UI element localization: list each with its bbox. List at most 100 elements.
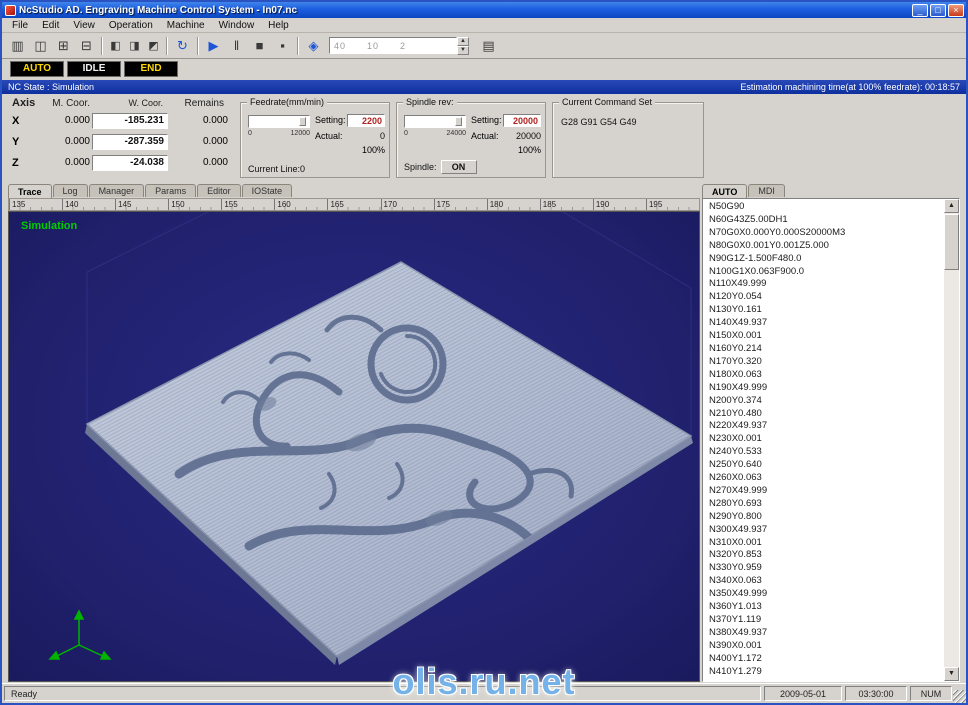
refresh-button[interactable]: ↻ (171, 35, 194, 56)
command-set-group: Current Command Set G28 G91 G54 G49 (552, 102, 704, 178)
menu-item[interactable]: Machine (160, 19, 212, 32)
program-line: N50G90 (709, 201, 944, 214)
feedrate-group: Feedrate(mm/min) 0 12000 Setting: 2200 A… (240, 102, 390, 178)
spindle-setting-input[interactable]: 20000 (503, 114, 541, 127)
mode-auto-button[interactable]: AUTO (10, 61, 64, 77)
watermark: olis.ru.net (392, 661, 575, 703)
trace-view-canvas[interactable]: Simulation (8, 211, 700, 682)
program-line: N300X49.937 (709, 524, 944, 537)
ruler-label: 190 (593, 199, 646, 210)
feedrate-actual-value: 0 (380, 131, 385, 141)
ruler-label: 195 (646, 199, 699, 210)
tab-trace[interactable]: Trace (8, 184, 52, 198)
spindle-setting-label: Setting: (471, 115, 502, 125)
tab-iostate[interactable]: IOState (242, 184, 293, 197)
program-line: N160Y0.214 (709, 343, 944, 356)
ruler-label: 155 (221, 199, 274, 210)
minimize-button[interactable]: _ (912, 4, 928, 17)
ruler-label: 135 (9, 199, 62, 210)
tab-auto-program[interactable]: AUTO (702, 184, 747, 198)
menu-item[interactable]: Edit (35, 19, 66, 32)
menu-bar: FileEditViewOperationMachineWindowHelp (2, 18, 966, 33)
axis-header: Axis (8, 97, 32, 109)
program-panel: N50G90N60G43Z5.00DH1N70G0X0.000Y0.000S20… (702, 198, 960, 682)
spindle-scale-min: 0 (404, 130, 408, 137)
status-num-lock: NUM (910, 686, 952, 701)
tab-params[interactable]: Params (145, 184, 196, 197)
scroll-up-icon[interactable]: ▲ (944, 199, 959, 213)
program-line: N330Y0.959 (709, 562, 944, 575)
program-line: N310X0.001 (709, 537, 944, 550)
mode-idle-button[interactable]: IDLE (67, 61, 121, 77)
window-title: NcStudio AD. Engraving Machine Control S… (19, 5, 910, 16)
nc-state-bar: NC State : Simulation Estimation machini… (2, 80, 966, 94)
spindle-actual-value: 20000 (516, 131, 541, 141)
feedrate-slider-thumb[interactable] (299, 117, 306, 126)
remains-value: 0.000 (170, 157, 228, 168)
program-list[interactable]: N50G90N60G43Z5.00DH1N70G0X0.000Y0.000S20… (703, 199, 944, 681)
step-mode-button[interactable]: ◨ (125, 35, 144, 56)
jog-mode-button[interactable]: ◧ (106, 35, 125, 56)
tab-manager[interactable]: Manager (89, 184, 145, 197)
tile-windows-button[interactable]: ⊞ (52, 35, 75, 56)
start-button[interactable]: ▶ (202, 35, 225, 56)
ruler-label: 150 (168, 199, 221, 210)
feedrate-percent: 100% (315, 145, 385, 155)
print-preview-button[interactable]: ◫ (29, 35, 52, 56)
reset-button[interactable]: ▪ (271, 35, 294, 56)
ruler-label: 180 (487, 199, 540, 210)
toolbar-separator (166, 37, 168, 55)
ruler-label: 160 (274, 199, 327, 210)
menu-item[interactable]: View (66, 19, 102, 32)
file-info-button[interactable]: ▤ (477, 35, 500, 56)
menu-item[interactable]: Help (261, 19, 296, 32)
menu-item[interactable]: Window (212, 19, 262, 32)
scroll-thumb[interactable] (944, 214, 959, 270)
program-line: N130Y0.161 (709, 304, 944, 317)
stop-button[interactable]: ■ (248, 35, 271, 56)
spinner-down-icon[interactable]: ▼ (457, 46, 469, 55)
cascade-windows-button[interactable]: ⊟ (75, 35, 98, 56)
spinner-up-icon[interactable]: ▲ (457, 37, 469, 46)
tab-editor[interactable]: Editor (197, 184, 241, 197)
menu-item[interactable]: Operation (102, 19, 160, 32)
scroll-down-icon[interactable]: ▼ (944, 667, 959, 681)
feedrate-actual-label: Actual: (315, 131, 343, 141)
program-line: N320Y0.853 (709, 549, 944, 562)
command-set-value: G28 G91 G54 G49 (561, 117, 637, 127)
app-window: NcStudio AD. Engraving Machine Control S… (0, 0, 968, 705)
spindle-percent: 100% (471, 145, 541, 155)
program-line: N270X49.999 (709, 485, 944, 498)
spindle-actual-label: Actual: (471, 131, 499, 141)
program-line: N80G0X0.001Y0.001Z5.000 (709, 240, 944, 253)
mode-end-button[interactable]: END (124, 61, 178, 77)
remains-value: 0.000 (170, 115, 228, 126)
feedrate-setting-input[interactable]: 2200 (347, 114, 385, 127)
pause-button[interactable]: ‖ (225, 35, 248, 56)
tab-mdi-program[interactable]: MDI (748, 184, 785, 197)
axis-label: Y (8, 136, 32, 148)
program-line: N380X49.937 (709, 627, 944, 640)
view-tabs: Trace Log Manager Params Editor IOState (8, 184, 293, 198)
menu-item[interactable]: File (5, 19, 35, 32)
handwheel-mode-button[interactable]: ◩ (144, 35, 163, 56)
program-line: N370Y1.119 (709, 614, 944, 627)
spindle-slider[interactable] (404, 115, 466, 128)
spindle-on-button[interactable]: ON (441, 160, 477, 174)
spindle-scale: 0 24000 (404, 130, 466, 137)
spindle-slider-thumb[interactable] (455, 117, 462, 126)
goto-origin-button[interactable]: ◈ (302, 35, 325, 56)
tab-log[interactable]: Log (53, 184, 88, 197)
ruler-label: 145 (115, 199, 168, 210)
current-line-label: Current Line:0 (248, 164, 305, 174)
program-line: N250Y0.640 (709, 459, 944, 472)
program-scrollbar[interactable]: ▲ ▼ (944, 199, 959, 681)
ruler-label: 140 (62, 199, 115, 210)
close-button[interactable]: × (948, 4, 964, 17)
position-display[interactable]: 40 10 2 (329, 37, 457, 54)
resize-grip[interactable] (953, 690, 966, 703)
feedrate-slider[interactable] (248, 115, 310, 128)
open-file-button[interactable]: ▥ (6, 35, 29, 56)
program-line: N410Y1.279 (709, 666, 944, 679)
maximize-button[interactable]: □ (930, 4, 946, 17)
